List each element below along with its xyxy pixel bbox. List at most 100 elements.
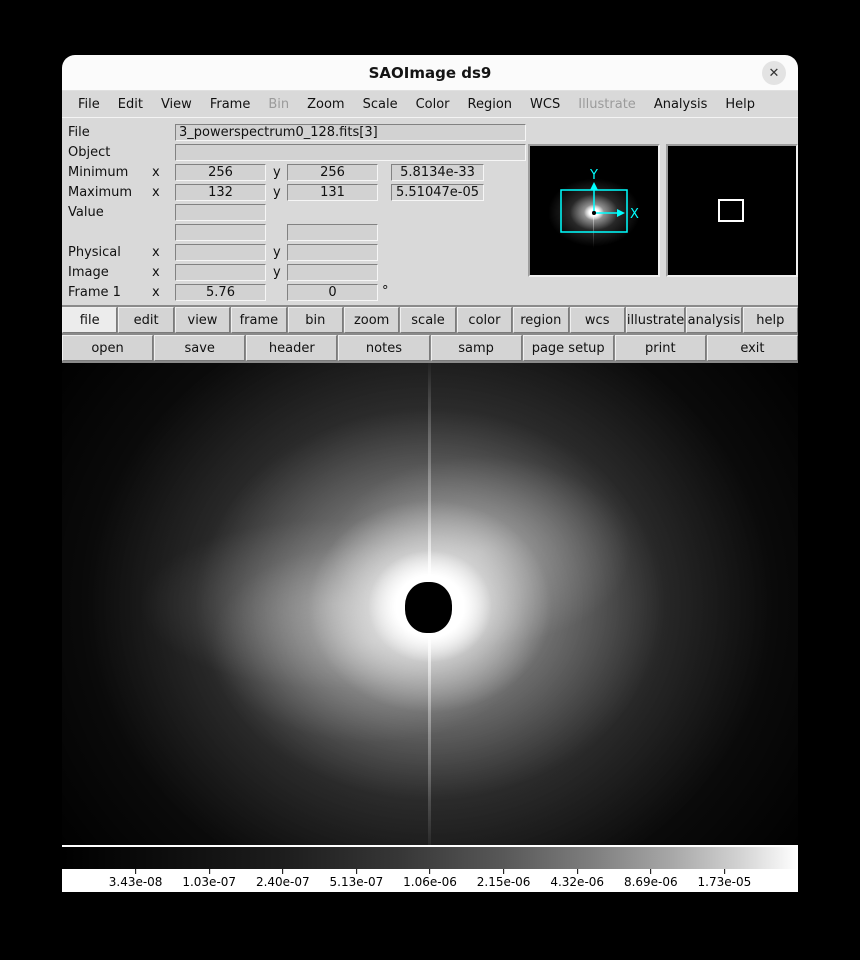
colorbar-tick: 1.03e-07 (182, 869, 236, 889)
colorbar-tick: 4.32e-06 (550, 869, 604, 889)
save-button[interactable]: save (154, 335, 245, 361)
view-button[interactable]: view (175, 307, 230, 333)
tick-mark (282, 869, 283, 874)
window-title: SAOImage ds9 (369, 64, 492, 82)
image-label: Image (68, 265, 109, 280)
menu-frame[interactable]: Frame (201, 97, 260, 112)
compass-y-label: Y (589, 168, 598, 183)
object-value-field[interactable] (175, 144, 526, 161)
tick-label: 8.69e-06 (624, 875, 678, 889)
tick-mark (577, 869, 578, 874)
maximum-y-label: y (273, 185, 281, 200)
compass-x-label: X (630, 207, 639, 222)
analysis-button[interactable]: analysis (686, 307, 741, 333)
maximum-y-field[interactable]: 131 (287, 184, 378, 201)
value-field[interactable] (175, 204, 266, 221)
minimum-x-label: x (152, 165, 160, 180)
minimum-x-field[interactable]: 256 (175, 164, 266, 181)
menu-illustrate: Illustrate (569, 97, 645, 112)
physical-y-field[interactable] (287, 244, 378, 261)
file-label: File (68, 125, 90, 140)
scale-button[interactable]: scale (400, 307, 455, 333)
button-row-categories: file edit view frame bin zoom scale colo… (62, 307, 798, 333)
edit-button[interactable]: edit (118, 307, 173, 333)
illustrate-button[interactable]: illustrate (626, 307, 685, 333)
tick-label: 2.40e-07 (256, 875, 310, 889)
image-y-field[interactable] (287, 264, 378, 281)
physical-y-label: y (273, 245, 281, 260)
minimum-value-field[interactable]: 5.8134e-33 (391, 164, 484, 181)
tick-mark (429, 869, 430, 874)
title-bar: SAOImage ds9 ✕ (62, 55, 798, 91)
wcs-y-field[interactable] (287, 224, 378, 241)
maximum-x-field[interactable]: 132 (175, 184, 266, 201)
image-x-label: x (152, 265, 160, 280)
image-x-field[interactable] (175, 264, 266, 281)
file-button[interactable]: file (62, 307, 117, 333)
colorbar-scale: 3.43e-08 1.03e-07 2.40e-07 5.13e-07 1.06… (62, 869, 798, 892)
button-row-file-actions: open save header notes samp page setup p… (62, 335, 798, 361)
menu-help[interactable]: Help (716, 97, 764, 112)
frame-x-label: x (152, 285, 160, 300)
frame-rotation-field[interactable]: 0 (287, 284, 378, 301)
colorbar-tick: 2.15e-06 (477, 869, 531, 889)
menu-file[interactable]: File (69, 97, 109, 112)
help-button[interactable]: help (743, 307, 798, 333)
page-setup-button[interactable]: page setup (523, 335, 614, 361)
maximum-label: Maximum (68, 185, 132, 200)
tick-mark (724, 869, 725, 874)
power-spectrum-center-mask (405, 582, 452, 633)
menu-zoom[interactable]: Zoom (298, 97, 353, 112)
wcs-button[interactable]: wcs (570, 307, 625, 333)
menu-wcs[interactable]: WCS (521, 97, 569, 112)
tick-label: 3.43e-08 (109, 875, 163, 889)
colorbar-gradient[interactable] (62, 847, 798, 869)
close-icon[interactable]: ✕ (762, 61, 786, 85)
colorbar-tick: 3.43e-08 (109, 869, 163, 889)
physical-x-field[interactable] (175, 244, 266, 261)
tick-label: 1.03e-07 (182, 875, 236, 889)
maximum-x-label: x (152, 185, 160, 200)
samp-button[interactable]: samp (431, 335, 522, 361)
print-button[interactable]: print (615, 335, 706, 361)
degree-symbol: ° (382, 284, 389, 299)
minimum-y-field[interactable]: 256 (287, 164, 378, 181)
zoom-button[interactable]: zoom (344, 307, 399, 333)
maximum-value-field[interactable]: 5.51047e-05 (391, 184, 484, 201)
tick-mark (356, 869, 357, 874)
open-button[interactable]: open (62, 335, 153, 361)
menu-view[interactable]: View (152, 97, 201, 112)
frame-button[interactable]: frame (231, 307, 286, 333)
tick-label: 4.32e-06 (550, 875, 604, 889)
compass-y-arrow-icon (590, 182, 598, 190)
colorbar-tick: 5.13e-07 (330, 869, 384, 889)
file-value-field[interactable]: 3_powerspectrum0_128.fits[3] (175, 124, 526, 141)
image-canvas[interactable] (62, 363, 798, 845)
ds9-window: SAOImage ds9 ✕ File Edit View Frame Bin … (62, 55, 798, 892)
bin-button[interactable]: bin (288, 307, 343, 333)
tick-mark (503, 869, 504, 874)
menu-analysis[interactable]: Analysis (645, 97, 717, 112)
menu-color[interactable]: Color (407, 97, 459, 112)
region-button[interactable]: region (513, 307, 568, 333)
tick-label: 1.06e-06 (403, 875, 457, 889)
frame-zoom-field[interactable]: 5.76 (175, 284, 266, 301)
menu-scale[interactable]: Scale (354, 97, 407, 112)
menu-bin: Bin (259, 97, 298, 112)
wcs-x-field[interactable] (175, 224, 266, 241)
exit-button[interactable]: exit (707, 335, 798, 361)
color-button[interactable]: color (457, 307, 512, 333)
menu-edit[interactable]: Edit (109, 97, 152, 112)
physical-x-label: x (152, 245, 160, 260)
colorbar-tick: 1.73e-05 (698, 869, 752, 889)
frame-label: Frame 1 (68, 285, 121, 300)
magnifier-cursor-box (718, 199, 744, 222)
header-button[interactable]: header (246, 335, 337, 361)
panner[interactable]: Y X (528, 144, 660, 277)
colorbar-tick: 2.40e-07 (256, 869, 310, 889)
panner-compass: Y X (530, 146, 658, 275)
value-label: Value (68, 205, 104, 220)
object-label: Object (68, 145, 110, 160)
menu-region[interactable]: Region (459, 97, 522, 112)
notes-button[interactable]: notes (338, 335, 429, 361)
